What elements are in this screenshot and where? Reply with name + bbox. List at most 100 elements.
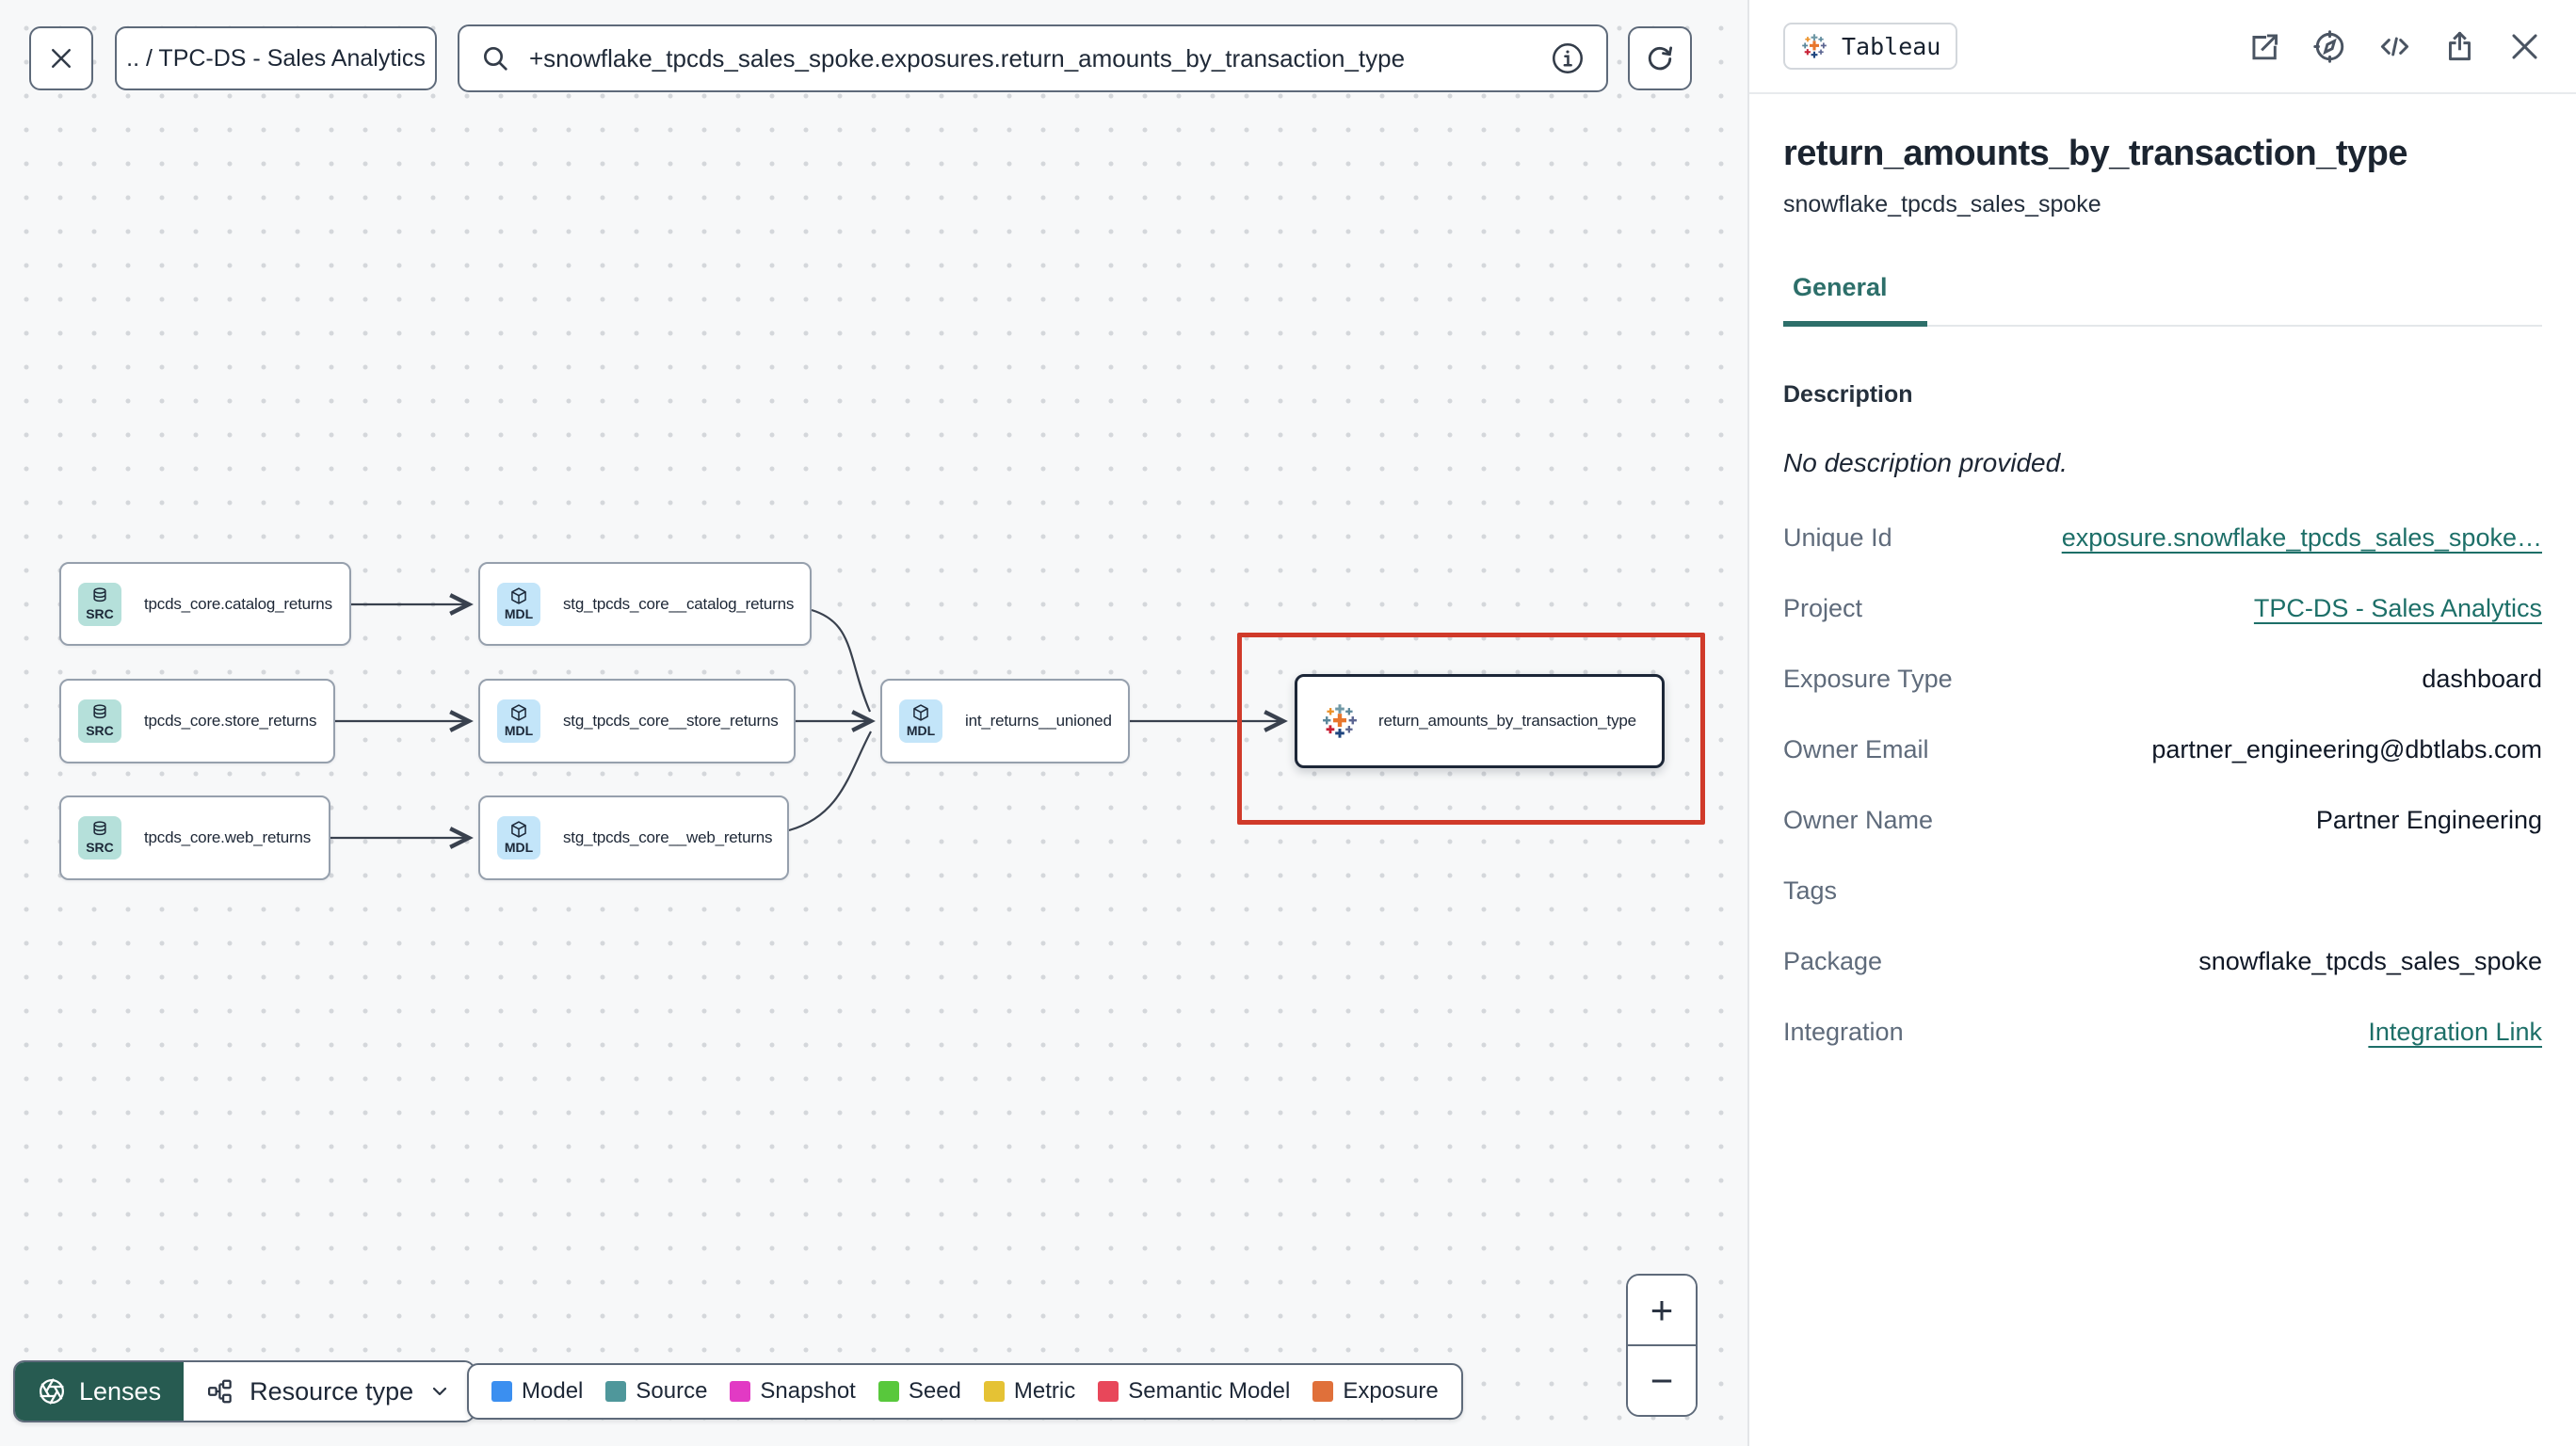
panel-body: return_amounts_by_transaction_type snowf… (1749, 134, 2576, 1047)
database-icon (90, 703, 109, 722)
legend-item-snapshot: Snapshot (730, 1378, 856, 1405)
project-link[interactable]: TPC-DS - Sales Analytics (2254, 594, 2542, 623)
model-badge: MDL (497, 816, 540, 860)
unique-id-link[interactable]: exposure.snowflake_tpcds_sales_spoke… (2062, 523, 2542, 553)
cube-icon (509, 586, 528, 605)
badge-label: SRC (86, 840, 114, 856)
description-heading: Description (1783, 381, 1913, 408)
compass-icon[interactable] (2312, 29, 2347, 64)
legend-swatch (491, 1381, 512, 1402)
legend-swatch (983, 1381, 1005, 1402)
lineage-search-input[interactable] (527, 42, 1533, 74)
badge-label: MDL (906, 723, 936, 739)
lineage-node-source-web-returns[interactable]: SRC tpcds_core.web_returns (59, 795, 330, 880)
legend-item-metric: Metric (983, 1378, 1075, 1405)
resource-package-subtitle: snowflake_tpcds_sales_spoke (1783, 191, 2101, 217)
legend-item-semantic-model: Semantic Model (1098, 1378, 1290, 1405)
canvas-zoom-controls: + − (1626, 1274, 1698, 1417)
node-label: tpcds_core.store_returns (144, 712, 317, 730)
lenses-toolbar: Lenses Resource type (13, 1360, 476, 1422)
code-icon[interactable] (2377, 29, 2412, 64)
refresh-icon (1644, 42, 1676, 74)
legend-item-source: Source (605, 1378, 707, 1405)
badge-label: SRC (86, 723, 114, 739)
info-icon[interactable] (1550, 40, 1586, 76)
legend-item-exposure: Exposure (1312, 1378, 1439, 1405)
database-icon (90, 820, 109, 839)
dbt-explorer-lineage-app: SRC tpcds_core.catalog_returns SRC tpcds… (0, 0, 2576, 1446)
close-panel-icon[interactable] (2507, 29, 2542, 64)
model-badge: MDL (497, 582, 540, 626)
zoom-out-button[interactable]: − (1628, 1346, 1696, 1415)
lineage-node-exposure-return-amounts[interactable]: return_amounts_by_transaction_type (1295, 674, 1665, 768)
detail-row-owner-name: Owner Name Partner Engineering (1783, 806, 2542, 834)
badge-label: MDL (504, 723, 534, 739)
node-label: tpcds_core.web_returns (144, 828, 312, 846)
node-label: int_returns__unioned (965, 712, 1112, 730)
resource-type-label: Resource type (250, 1376, 414, 1406)
panel-tabbar: General (1783, 273, 2542, 327)
integration-badge: Tableau (1783, 23, 1958, 70)
search-icon (480, 43, 510, 73)
node-label: tpcds_core.catalog_returns (144, 594, 332, 613)
detail-row-package: Package snowflake_tpcds_sales_spoke (1783, 947, 2542, 975)
legend-swatch (730, 1381, 751, 1402)
refresh-lineage-button[interactable] (1628, 26, 1692, 90)
panel-header-actions (2247, 29, 2542, 64)
lineage-node-source-catalog-returns[interactable]: SRC tpcds_core.catalog_returns (59, 562, 351, 646)
share-icon[interactable] (2442, 29, 2477, 64)
details-rows: Unique Id exposure.snowflake_tpcds_sales… (1783, 523, 2542, 1047)
model-badge: MDL (899, 699, 942, 743)
close-icon (47, 44, 75, 72)
lenses-button[interactable]: Lenses (15, 1362, 185, 1421)
integration-link[interactable]: Integration Link (2368, 1018, 2542, 1047)
legend-swatch (877, 1381, 899, 1402)
legend-item-seed: Seed (877, 1378, 961, 1405)
detail-row-owner-email: Owner Email partner_engineering@dbtlabs.… (1783, 735, 2542, 763)
tableau-logo-icon (1320, 701, 1360, 741)
node-label: return_amounts_by_transaction_type (1378, 712, 1636, 730)
detail-row-project: Project TPC-DS - Sales Analytics (1783, 594, 2542, 623)
badge-label: SRC (86, 605, 114, 621)
badge-label: MDL (504, 605, 534, 621)
resource-details-panel: Tableau return_amounts_by_transaction_ty… (1747, 0, 2576, 1446)
detail-row-unique-id: Unique Id exposure.snowflake_tpcds_sales… (1783, 523, 2542, 553)
legend-swatch (1312, 1381, 1334, 1402)
source-badge: SRC (78, 699, 121, 743)
source-badge: SRC (78, 582, 121, 626)
lenses-label: Lenses (79, 1376, 162, 1406)
description-value: No description provided. (1783, 448, 2068, 477)
lineage-node-source-store-returns[interactable]: SRC tpcds_core.store_returns (59, 679, 335, 763)
badge-label: MDL (504, 840, 534, 856)
database-icon (90, 586, 109, 605)
detail-row-integration: Integration Integration Link (1783, 1018, 2542, 1047)
node-label: stg_tpcds_core__catalog_returns (563, 594, 795, 613)
integration-badge-label: Tableau (1842, 32, 1941, 60)
lineage-node-stg-web-returns[interactable]: MDL stg_tpcds_core__web_returns (478, 795, 789, 880)
tab-general[interactable]: General (1783, 273, 1927, 327)
node-label: stg_tpcds_core__web_returns (563, 828, 773, 846)
detail-row-exposure-type: Exposure Type dashboard (1783, 665, 2542, 693)
lineage-node-int-returns-unioned[interactable]: MDL int_returns__unioned (880, 679, 1130, 763)
model-badge: MDL (497, 699, 540, 743)
lineage-node-stg-catalog-returns[interactable]: MDL stg_tpcds_core__catalog_returns (478, 562, 812, 646)
detail-row-tags: Tags (1783, 876, 1838, 905)
resource-type-legend: Model Source Snapshot Seed Metric Semant… (467, 1363, 1463, 1420)
legend-swatch (1098, 1381, 1119, 1402)
breadcrumb[interactable]: .. / TPC-DS - Sales Analytics (115, 26, 437, 90)
legend-swatch (605, 1381, 627, 1402)
source-badge: SRC (78, 816, 121, 860)
breadcrumb-label: .. / TPC-DS - Sales Analytics (126, 44, 426, 72)
zoom-in-button[interactable]: + (1628, 1276, 1696, 1346)
chevron-down-icon (428, 1380, 451, 1403)
tableau-logo-icon (1800, 32, 1828, 60)
node-label: stg_tpcds_core__store_returns (563, 712, 779, 730)
lineage-search-box (458, 24, 1608, 92)
external-link-icon[interactable] (2247, 29, 2282, 64)
close-lineage-button[interactable] (29, 26, 93, 90)
resource-type-dropdown[interactable]: Resource type (184, 1362, 475, 1421)
lineage-node-stg-store-returns[interactable]: MDL stg_tpcds_core__store_returns (478, 679, 796, 763)
sitemap-icon (206, 1377, 234, 1406)
lineage-canvas[interactable]: SRC tpcds_core.catalog_returns SRC tpcds… (0, 0, 1747, 1446)
aperture-icon (38, 1377, 66, 1406)
